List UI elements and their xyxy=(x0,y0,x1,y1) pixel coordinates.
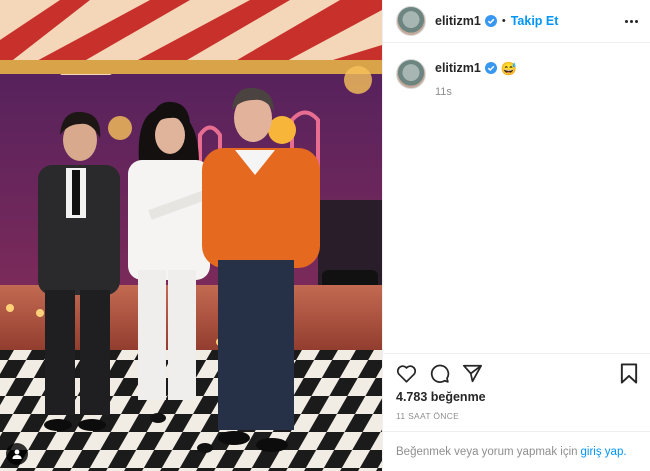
bookmark-icon[interactable] xyxy=(618,363,640,385)
caption-avatar[interactable] xyxy=(396,59,426,89)
action-bar xyxy=(383,353,650,393)
caption: elitizm1 😅 11s xyxy=(383,43,650,98)
avatar[interactable] xyxy=(396,6,426,36)
login-prompt-text: Beğenmek veya yorum yapmak için xyxy=(396,445,578,458)
separator-dot: • xyxy=(501,15,506,27)
verified-badge-icon xyxy=(484,62,497,74)
comment-icon[interactable] xyxy=(428,363,450,385)
post-side-panel: elitizm1 • Takip Et elitizm1 😅 11s 4.783… xyxy=(382,0,650,471)
more-options-icon[interactable] xyxy=(625,16,638,27)
post-header: elitizm1 • Takip Et xyxy=(383,0,650,43)
post-date[interactable]: 11 SAAT ÖNCE xyxy=(396,411,459,421)
user-tag-icon xyxy=(12,449,22,459)
login-prompt: Beğenmek veya yorum yapmak için giriş ya… xyxy=(383,431,650,471)
likes-count[interactable]: 4.783 beğenme xyxy=(396,390,486,404)
share-icon[interactable] xyxy=(461,363,483,385)
heart-icon[interactable] xyxy=(395,363,417,385)
username-link[interactable]: elitizm1 xyxy=(435,14,481,28)
instagram-post: elitizm1 • Takip Et elitizm1 😅 11s 4.783… xyxy=(0,0,650,471)
caption-emoji: 😅 xyxy=(500,60,518,76)
verified-badge-icon xyxy=(484,15,497,27)
follow-button[interactable]: Takip Et xyxy=(511,14,559,28)
login-link[interactable]: giriş yap. xyxy=(581,446,627,458)
post-photo xyxy=(0,0,382,471)
user-tag-button[interactable] xyxy=(6,443,28,465)
post-image[interactable] xyxy=(0,0,382,471)
caption-time[interactable]: 11s xyxy=(435,86,517,98)
caption-username-link[interactable]: elitizm1 xyxy=(435,61,481,75)
